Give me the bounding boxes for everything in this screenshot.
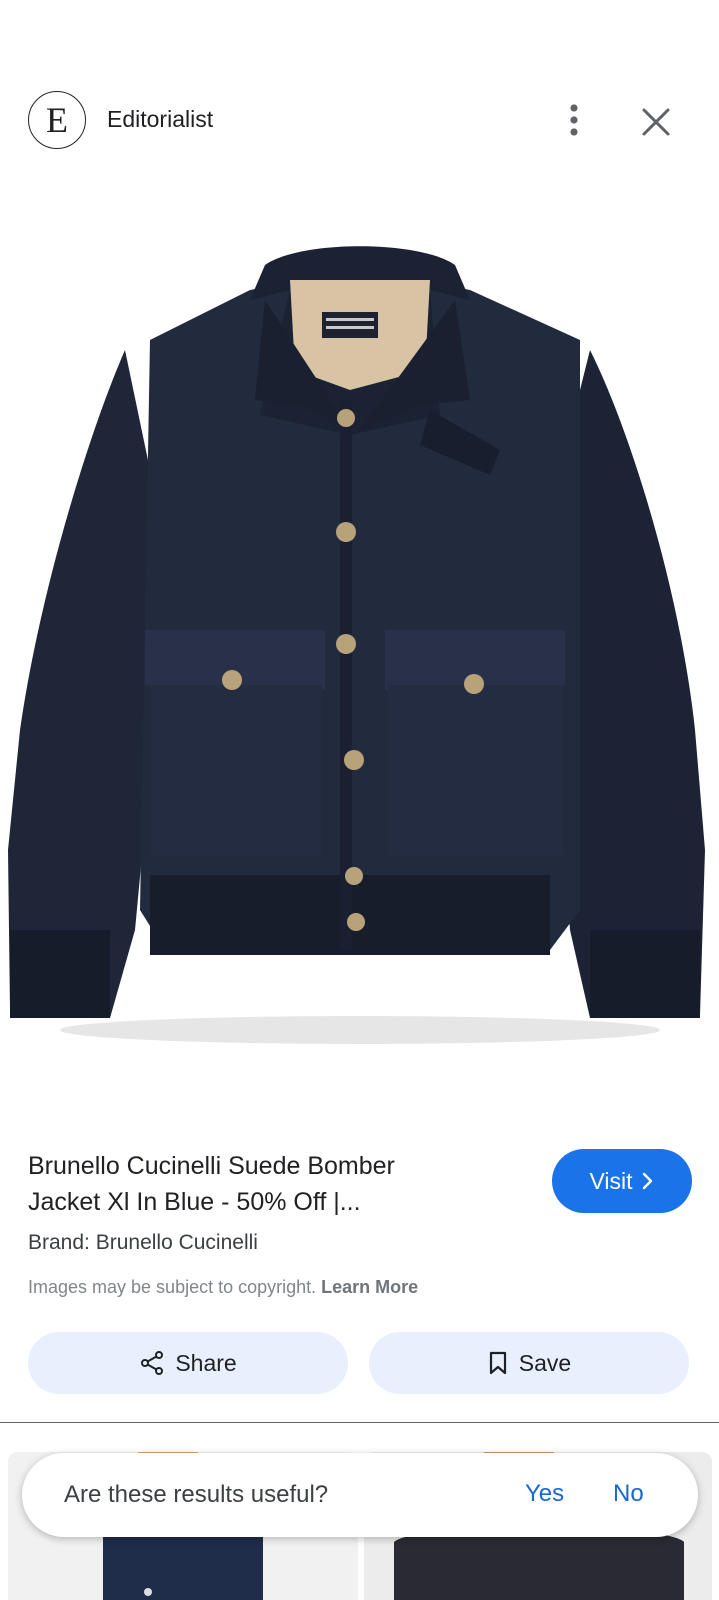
product-title-line-2: Jacket Xl In Blue - 50% Off |...	[28, 1188, 361, 1216]
copyright-text: Images may be subject to copyright.	[28, 1277, 317, 1297]
source-name[interactable]: Editorialist	[107, 106, 213, 133]
save-button[interactable]: Save	[369, 1332, 689, 1394]
close-icon[interactable]	[636, 102, 676, 142]
visit-button[interactable]: Visit	[552, 1149, 692, 1213]
source-header: E Editorialist	[0, 88, 719, 152]
save-label: Save	[518, 1349, 572, 1376]
copyright-notice: Images may be subject to copyright. Lear…	[28, 1277, 418, 1298]
share-button[interactable]: Share	[28, 1332, 348, 1394]
share-icon	[141, 1351, 164, 1375]
product-title[interactable]: Brunello Cucinelli Suede Bomber Jacket X…	[28, 1148, 498, 1220]
learn-more-link[interactable]: Learn More	[321, 1277, 418, 1297]
feedback-yes-button[interactable]: Yes	[525, 1480, 564, 1508]
feedback-question: Are these results useful?	[64, 1481, 329, 1508]
feedback-no-button[interactable]: No	[613, 1480, 644, 1508]
product-image[interactable]	[0, 170, 719, 1070]
bookmark-icon	[489, 1351, 506, 1375]
visit-label: Visit	[589, 1167, 633, 1194]
product-title-line-1: Brunello Cucinelli Suede Bomber	[28, 1152, 395, 1180]
product-brand: Brand: Brunello Cucinelli	[28, 1231, 258, 1254]
feedback-bar: Are these results useful? Yes No	[22, 1453, 698, 1537]
share-label: Share	[175, 1349, 237, 1376]
chevron-right-icon	[642, 1172, 652, 1190]
image-preview-page: E Editorialist Brunello Cucinelli Suede …	[0, 0, 719, 1600]
more-options-icon[interactable]	[556, 102, 592, 138]
source-avatar[interactable]: E	[28, 91, 86, 149]
section-divider	[0, 1422, 719, 1423]
